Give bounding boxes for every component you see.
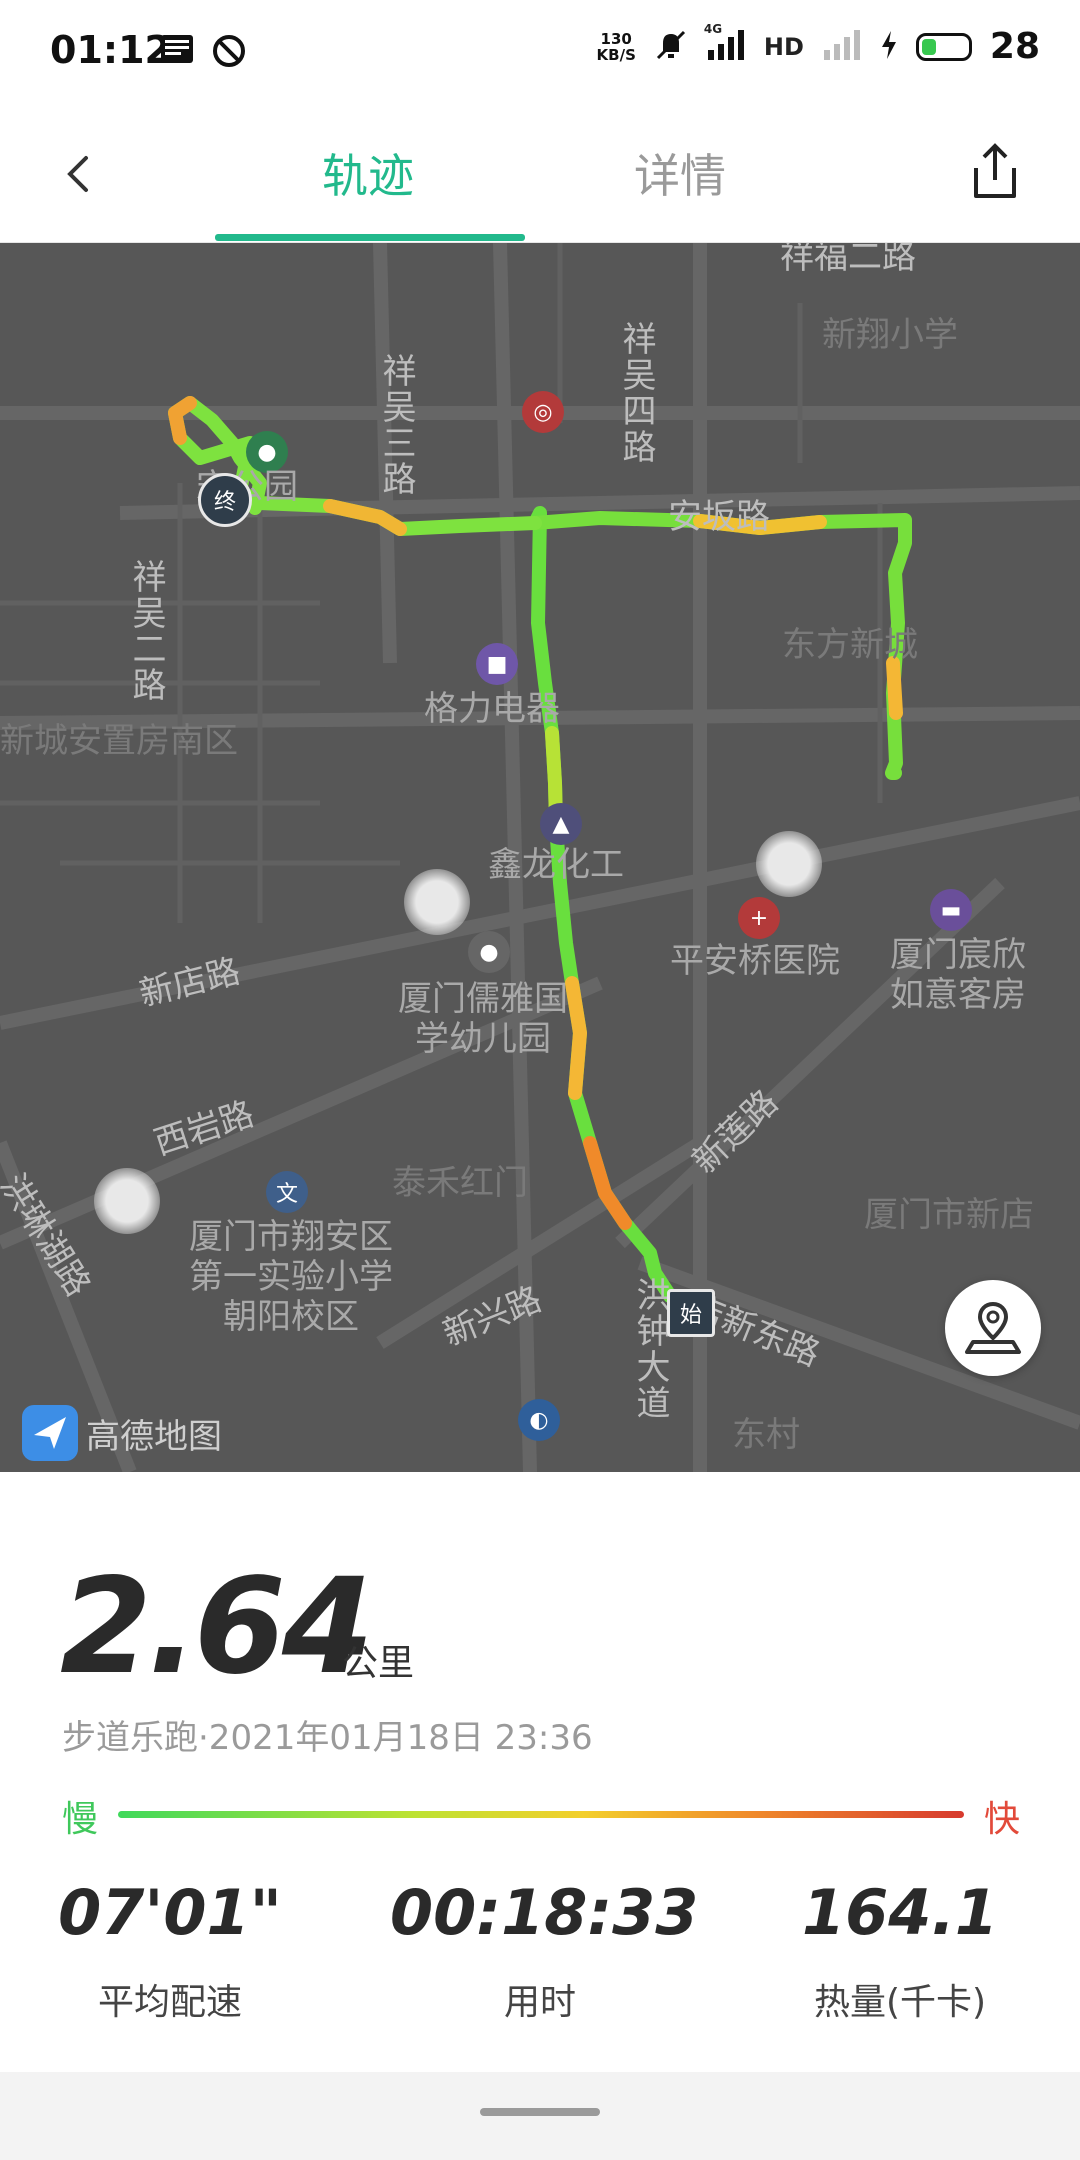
bank-icon: ◐	[518, 1399, 560, 1441]
hotel-icon: ▬	[930, 889, 972, 931]
map-view[interactable]: 祥福二路 祥吴四路 祥吴三路 祥吴二路 安坂路 新店路 西岩路 新莲路 洪琳湖路…	[0, 243, 1080, 1472]
stats-panel: 2.64 公里 步道乐跑·2021年01月18日 23:36 慢 快 07'01…	[0, 1472, 1080, 2072]
distance-value: 2.64	[60, 1550, 374, 1704]
status-time: 01:12	[50, 28, 171, 72]
hd-icon: HD	[763, 32, 804, 61]
poi-label: 泰禾红门	[392, 1163, 528, 1203]
stat-value: 00:18:33	[390, 1876, 699, 1949]
amap-logo-icon	[22, 1405, 78, 1461]
poi-label: 厦门儒雅国学幼儿园	[398, 979, 568, 1059]
locate-button[interactable]	[945, 1280, 1041, 1376]
signal-type: 4G	[703, 21, 723, 36]
stat-label: 用时	[503, 1982, 576, 2023]
metro-icon: ◎	[522, 391, 564, 433]
distance-unit: 公里	[342, 1643, 415, 1684]
road-label: 祥吴二路	[126, 559, 166, 703]
stat-calories: 164.1 热量(千卡)	[750, 1876, 1050, 2025]
poi-label: 厦门市翔安区第一实验小学朝阳校区	[189, 1217, 393, 1337]
road-label: 祥福二路	[780, 243, 916, 277]
run-subtitle: 步道乐跑·2021年01月18日 23:36	[62, 1718, 593, 1758]
share-icon	[974, 143, 1016, 198]
poi-label: 东村	[732, 1415, 800, 1455]
tab-track[interactable]: 轨迹	[322, 140, 414, 206]
home-indicator[interactable]	[480, 2108, 600, 2116]
stat-pace: 07'01" 平均配速	[20, 1876, 320, 2025]
school-icon: 文	[266, 1171, 308, 1213]
amap-logo-text: 高德地图	[86, 1416, 222, 1457]
pace-legend-bar	[118, 1811, 964, 1818]
poi-label: 东方新城	[782, 625, 918, 665]
stat-value: 164.1	[801, 1876, 999, 1949]
back-button[interactable]	[52, 146, 108, 202]
kindergarten-icon: ●	[468, 931, 510, 973]
amap-logo: 高德地图	[22, 1405, 222, 1461]
road-label: 祥吴三路	[376, 353, 416, 497]
poi-label: 鑫龙化工	[488, 845, 624, 885]
poi-label: 新翔小学	[822, 315, 958, 355]
road-label: 祥吴四路	[616, 321, 656, 465]
dnd-icon	[212, 34, 246, 72]
header: 轨迹 详情	[0, 110, 1080, 243]
battery-level: 28	[989, 26, 1040, 67]
stat-duration: 00:18:33 用时	[390, 1876, 699, 2025]
factory-icon: ▲	[540, 803, 582, 845]
map-glow-dot	[756, 831, 822, 897]
legend-fast: 快	[983, 1799, 1020, 1840]
news-icon	[160, 34, 194, 68]
system-nav-bar	[0, 2072, 1080, 2160]
start-marker[interactable]: 始	[667, 1289, 715, 1337]
tab-detail[interactable]: 详情	[634, 140, 726, 206]
signal-empty-icon	[822, 28, 862, 66]
poi-label: 厦门市新店	[864, 1195, 1034, 1235]
map-glow-dot	[404, 869, 470, 935]
legend-slow: 慢	[62, 1799, 99, 1840]
stat-label: 热量(千卡)	[813, 1982, 987, 2023]
stat-label: 平均配速	[97, 1982, 242, 2023]
active-tab-indicator	[215, 234, 525, 241]
end-marker[interactable]: 终	[198, 473, 252, 527]
location-pin-icon	[965, 1301, 1021, 1354]
hospital-icon: +	[738, 897, 780, 939]
charging-icon	[880, 30, 898, 64]
net-speed: 130 KB/S	[597, 31, 636, 63]
poi-label: 格力电器	[424, 689, 560, 729]
stat-value: 07'01"	[58, 1876, 282, 1949]
chevron-left-icon	[67, 156, 88, 192]
map-glow-dot	[94, 1168, 160, 1234]
poi-label: 新城安置房南区	[0, 721, 238, 761]
net-speed-value: 130	[600, 29, 632, 48]
mute-icon	[654, 28, 688, 66]
poi-label: 平安桥医院	[670, 941, 840, 981]
status-right: 130 KB/S 4G HD 28	[597, 22, 1040, 68]
net-speed-unit: KB/S	[596, 45, 636, 64]
signal-icon: 4G	[704, 22, 746, 66]
appliance-store-icon: ■	[476, 643, 518, 685]
share-button[interactable]	[962, 138, 1028, 204]
road-label: 安坂路	[668, 497, 770, 537]
status-bar: 01:12 130 KB/S 4G HD 28	[0, 0, 1080, 110]
battery-icon	[915, 32, 972, 61]
poi-label: 厦门宸欣如意客房	[890, 935, 1026, 1015]
